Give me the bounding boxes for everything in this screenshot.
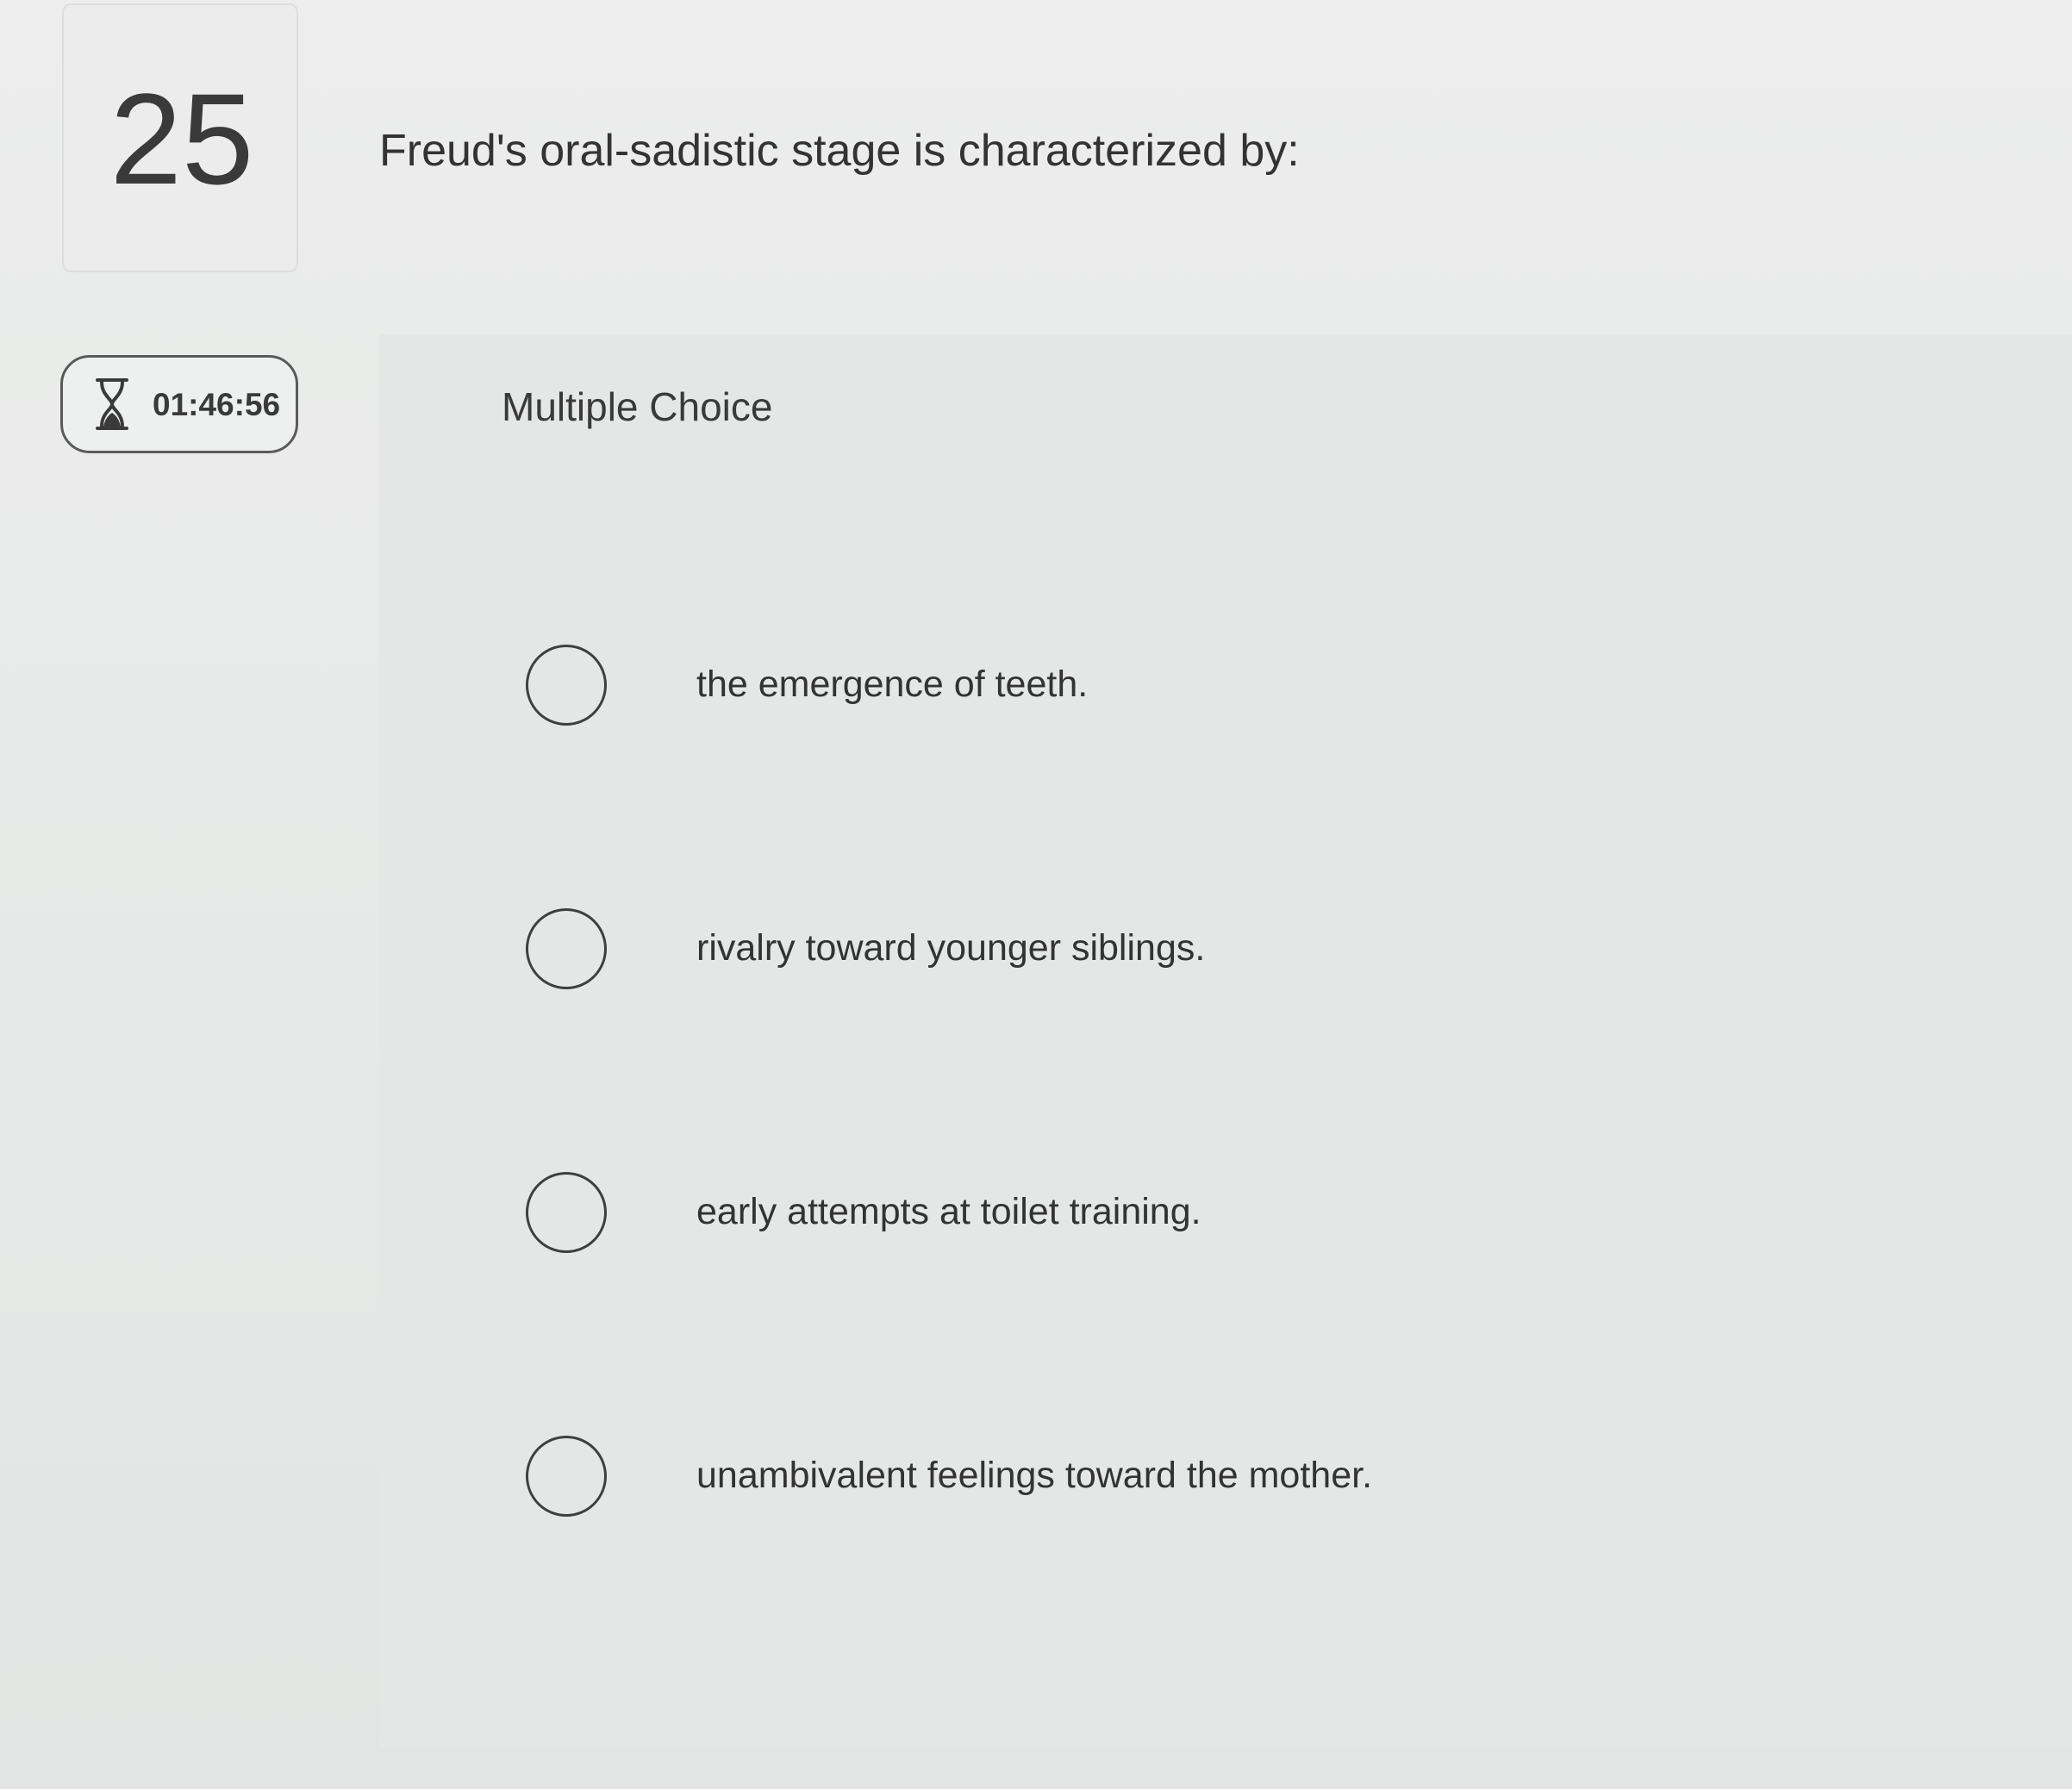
quiz-page: 25 Freud's oral-sadistic stage is charac…	[0, 0, 2072, 1789]
answer-option-label: unambivalent feelings toward the mother.	[696, 1455, 1373, 1496]
timer-badge[interactable]: 01:46:56	[60, 355, 298, 453]
answer-option-c[interactable]: early attempts at toilet training.	[526, 1162, 1646, 1265]
hourglass-icon	[96, 378, 128, 430]
question-number-box: 25	[62, 3, 298, 272]
question-number: 25	[109, 66, 254, 211]
radio-button-b[interactable]	[526, 908, 607, 989]
radio-button-d[interactable]	[526, 1436, 607, 1517]
question-text: Freud's oral-sadistic stage is character…	[379, 126, 1300, 176]
radio-button-c[interactable]	[526, 1172, 607, 1253]
answer-option-d[interactable]: unambivalent feelings toward the mother.	[526, 1425, 1646, 1529]
timer-time: 01:46:56	[153, 387, 281, 422]
answer-option-a[interactable]: the emergence of teeth.	[526, 634, 1646, 738]
answer-option-label: early attempts at toilet training.	[696, 1191, 1201, 1232]
answer-option-b[interactable]: rivalry toward younger siblings.	[526, 898, 1646, 1001]
answer-option-label: the emergence of teeth.	[696, 664, 1089, 705]
radio-button-a[interactable]	[526, 645, 607, 726]
answer-option-label: rivalry toward younger siblings.	[696, 927, 1206, 969]
question-type-label: Multiple Choice	[502, 384, 773, 429]
answer-panel: Multiple Choice the emergence of teeth. …	[379, 334, 2072, 1748]
